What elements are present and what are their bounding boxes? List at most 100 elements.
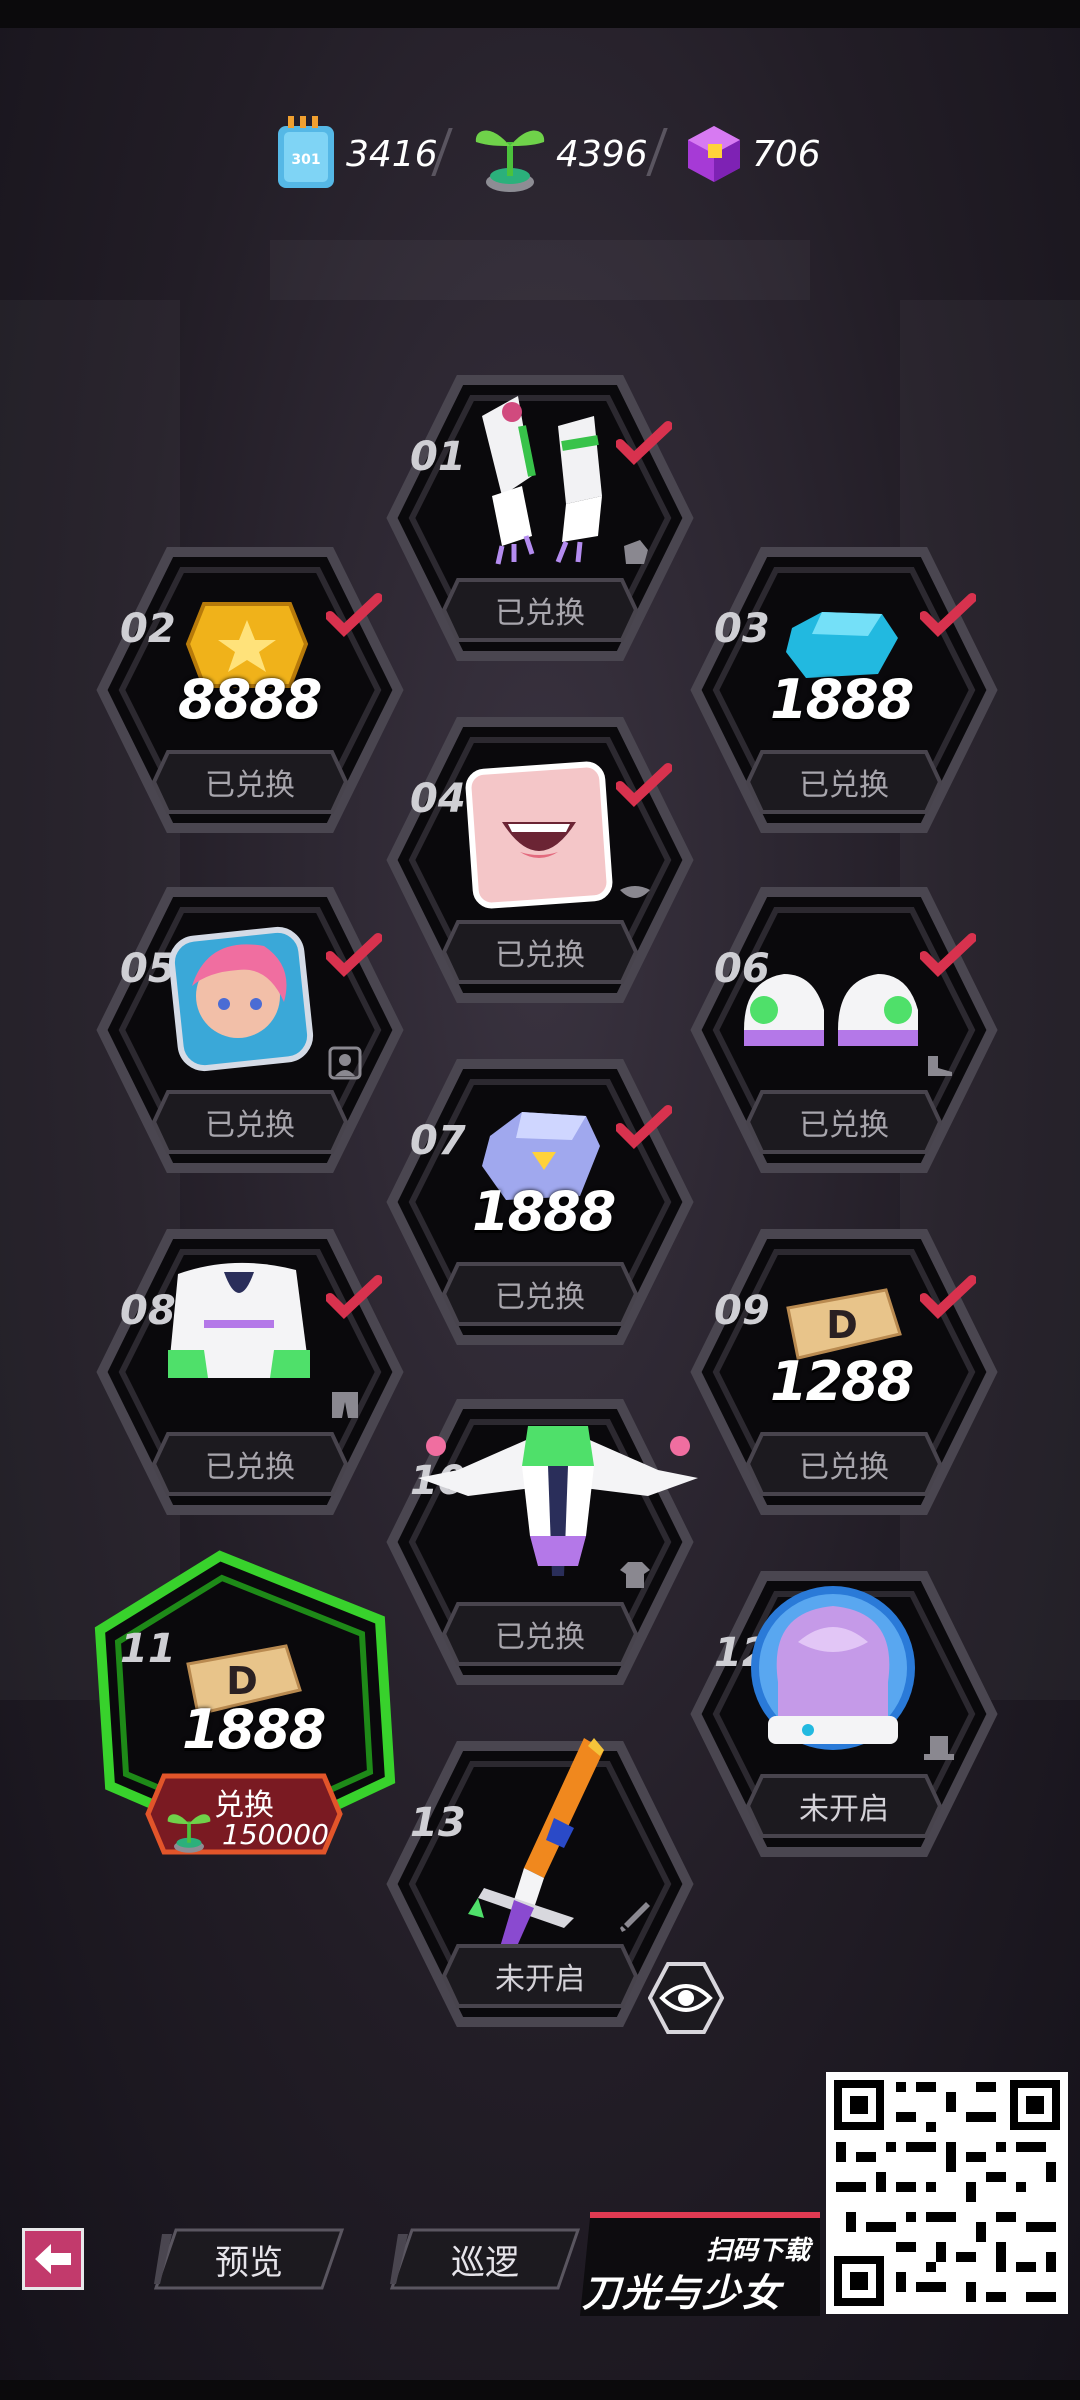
- reward-slot-07[interactable]: 07 1888 已兑换: [380, 1052, 700, 1352]
- reward-slot-02[interactable]: 02 8888 已兑换: [90, 540, 410, 840]
- reward-amount: 1888: [770, 668, 914, 731]
- cube-count: 706: [752, 133, 821, 175]
- sprout-icon: [475, 130, 545, 192]
- slot-number: 09: [714, 1288, 770, 1334]
- exchange-status-button[interactable]: 已兑换: [440, 1600, 640, 1668]
- check-icon: [616, 1105, 672, 1149]
- currency-cube: 706: [682, 112, 821, 196]
- slot-number: 01: [410, 434, 466, 480]
- reward-slot-08[interactable]: 08 已兑换: [90, 1222, 410, 1522]
- check-icon: [920, 933, 976, 977]
- check-icon: [326, 1275, 382, 1319]
- hat-icon: [924, 1736, 954, 1760]
- slot-number: 02: [120, 606, 176, 652]
- status-label: 已兑换: [495, 1280, 585, 1315]
- mech-suit-icon: [418, 1426, 698, 1576]
- eye-icon[interactable]: [648, 1960, 724, 2036]
- reward-amount: 1888: [472, 1180, 616, 1243]
- exchange-status-button[interactable]: 已兑换: [440, 1260, 640, 1328]
- svg-text:301: 301: [291, 152, 320, 168]
- bg-panel-top: [270, 240, 810, 300]
- check-icon: [326, 593, 382, 637]
- boot-icon: [928, 1056, 952, 1076]
- reward-slot-09[interactable]: 09 D 1288 已兑换: [684, 1222, 1004, 1522]
- exchange-status-button[interactable]: 已兑换: [744, 1430, 944, 1498]
- reward-slot-01[interactable]: 01 已兑换: [380, 368, 700, 668]
- slot-number: 11: [120, 1626, 176, 1672]
- bottom-bar: [0, 2380, 1080, 2400]
- check-icon: [616, 421, 672, 465]
- status-label: 已兑换: [495, 938, 585, 973]
- armor-pants-icon: [168, 1262, 310, 1378]
- exchange-status-button[interactable]: 未开启: [440, 1942, 640, 2010]
- status-label: 已兑换: [799, 1108, 889, 1143]
- slot-number: 03: [714, 606, 770, 652]
- exchange-status-button[interactable]: 未开启: [744, 1772, 944, 1840]
- status-label: 已兑换: [799, 1450, 889, 1485]
- status-label: 未开启: [799, 1792, 889, 1827]
- slot-number: 04: [410, 776, 466, 822]
- mech-arms-icon: [482, 396, 602, 565]
- exchange-status-button[interactable]: 已兑换: [440, 576, 640, 644]
- reward-amount: 1288: [770, 1350, 914, 1413]
- check-icon: [920, 1275, 976, 1319]
- avatar-portrait-icon: [168, 926, 314, 1072]
- check-icon: [616, 763, 672, 807]
- download-promo[interactable]: 扫码下载 刀光与少女: [580, 2206, 820, 2316]
- chip-icon: 301: [278, 116, 334, 188]
- exchange-status-button[interactable]: 已兑换: [440, 918, 640, 986]
- reward-slot-12[interactable]: 12 未开启: [684, 1564, 1004, 1864]
- slot-number: 07: [410, 1118, 466, 1164]
- shoes-icon: [744, 974, 918, 1046]
- game-logo-text: 刀光与少女: [582, 2271, 783, 2315]
- back-button[interactable]: [22, 2228, 84, 2290]
- tab-preview-label: 预览: [215, 2242, 283, 2283]
- shirt-icon: [620, 1562, 650, 1588]
- exchange-status-button[interactable]: 已兑换: [150, 1088, 350, 1156]
- svg-text:D: D: [226, 1659, 258, 1703]
- exchange-status-button[interactable]: 已兑换: [744, 748, 944, 816]
- status-label: 未开启: [495, 1962, 585, 1997]
- exchange-status-button[interactable]: 已兑换: [150, 1430, 350, 1498]
- smile-face-icon: [465, 761, 613, 909]
- reward-amount: 8888: [178, 668, 322, 731]
- reward-slot-10[interactable]: 10 已兑换: [380, 1392, 700, 1692]
- portrait-icon: [328, 1046, 362, 1080]
- blade-type-icon: [620, 1902, 650, 1932]
- helmet-hair-icon: [751, 1586, 915, 1750]
- exchange-status-button[interactable]: 已兑换: [150, 748, 350, 816]
- svg-text:D: D: [826, 1303, 858, 1347]
- currency-chips: 301 3416: [270, 112, 438, 196]
- sprout-icon: [167, 1814, 211, 1853]
- check-icon: [920, 593, 976, 637]
- reward-slot-03[interactable]: 03 1888 已兑换: [684, 540, 1004, 840]
- glove-icon: [624, 540, 648, 564]
- lips-icon: [620, 886, 650, 898]
- tab-preview[interactable]: 预览: [154, 2226, 344, 2292]
- reward-slot-06[interactable]: 06 已兑换: [684, 880, 1004, 1180]
- status-bar: [0, 0, 1080, 28]
- status-label: 已兑换: [495, 1620, 585, 1655]
- chip-count: 3416: [346, 133, 438, 175]
- reward-slot-04[interactable]: 04 已兑换: [380, 710, 700, 1010]
- reward-amount: 1888: [182, 1698, 326, 1761]
- status-label: 已兑换: [205, 1108, 295, 1143]
- check-icon: [326, 933, 382, 977]
- status-label: 已兑换: [799, 768, 889, 803]
- sprout-count: 4396: [556, 133, 648, 175]
- reward-slot-11[interactable]: 11 D 1888 兑换 150000: [90, 1550, 410, 1870]
- status-label: 已兑换: [205, 1450, 295, 1485]
- cube-icon: [688, 126, 740, 182]
- arrow-left-icon: [35, 2244, 71, 2274]
- qr-code: [826, 2072, 1068, 2314]
- status-label: 已兑换: [495, 596, 585, 631]
- currency-sprout: 4396: [470, 112, 648, 196]
- exchange-cost: 150000: [222, 1818, 329, 1851]
- pants-icon: [332, 1392, 358, 1418]
- exchange-status-button[interactable]: 已兑换: [744, 1088, 944, 1156]
- reward-slot-05[interactable]: 05 已兑换: [90, 880, 410, 1180]
- tab-patrol[interactable]: 巡逻: [390, 2226, 580, 2292]
- exchange-button[interactable]: 兑换 150000: [144, 1772, 344, 1856]
- tab-patrol-label: 巡逻: [451, 2242, 519, 2283]
- status-label: 已兑换: [205, 768, 295, 803]
